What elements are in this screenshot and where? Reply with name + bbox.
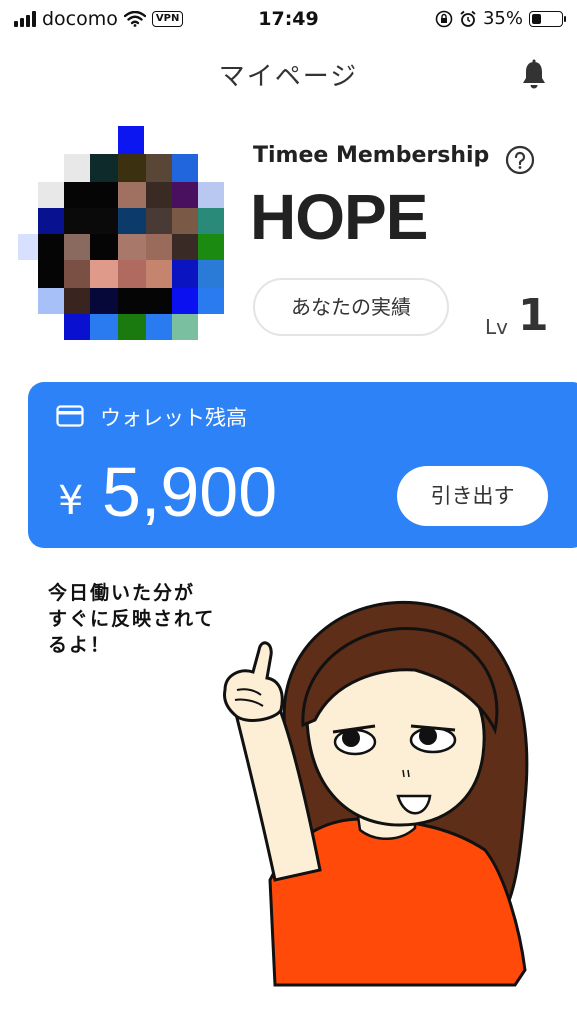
level-label: Lv <box>485 315 508 339</box>
rank-name: HOPE <box>250 181 428 253</box>
withdraw-button[interactable]: 引き出す <box>397 466 548 526</box>
battery-icon <box>529 10 566 27</box>
wallet-label: ウォレット残高 <box>100 406 247 430</box>
status-right: 35% <box>435 8 566 29</box>
card-icon <box>56 405 84 427</box>
avatar <box>18 126 224 340</box>
level-value: 1 <box>518 290 549 341</box>
wallet-card[interactable]: ウォレット残高 ¥ 5,900 引き出す <box>28 382 577 548</box>
character-illustration <box>223 600 529 987</box>
status-bar: docomo VPN 17:49 35% <box>0 0 577 40</box>
achievements-button[interactable]: あなたの実績 <box>253 278 449 336</box>
wallet-balance: 5,900 <box>102 453 278 531</box>
rotation-lock-icon <box>435 10 453 27</box>
bell-icon[interactable] <box>517 58 551 92</box>
speech-text: 今日働いた分が すぐに反映されて るよ！ <box>48 582 216 656</box>
currency-symbol: ¥ <box>58 478 84 524</box>
page-title: マイページ <box>218 62 359 92</box>
alarm-icon <box>460 10 476 27</box>
question-circle-icon[interactable] <box>505 145 535 175</box>
membership-title: Timee Membership <box>253 143 490 168</box>
battery-percent: 35% <box>482 8 523 29</box>
